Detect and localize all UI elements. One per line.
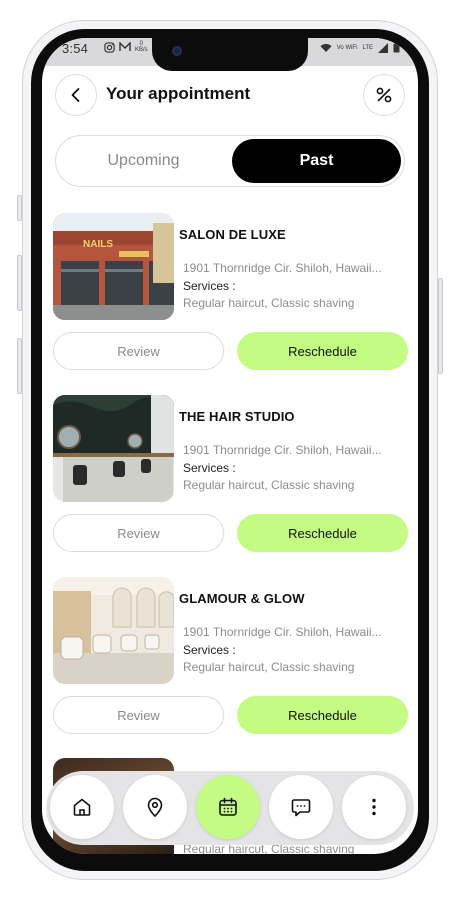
salon-address: 1901 Thornridge Cir. Shiloh, Hawaii... — [183, 261, 382, 275]
review-button[interactable]: Review — [53, 332, 224, 370]
status-icons-left: 0 KB/s — [104, 41, 148, 53]
appointment-card: THE HAIR STUDIO 1901 Thornridge Cir. Shi… — [53, 395, 409, 555]
nav-more[interactable] — [342, 775, 406, 839]
network-speed: 0 KB/s — [135, 41, 148, 53]
wifi-icon — [320, 43, 332, 52]
salon-name: GLAMOUR & GLOW — [179, 591, 305, 606]
mail-icon — [119, 42, 131, 51]
salon-address: 1901 Thornridge Cir. Shiloh, Hawaii... — [183, 443, 382, 457]
appointment-card: NAILS SALON DE LUXE 1901 Thornridge Cir.… — [53, 213, 409, 373]
review-button[interactable]: Review — [53, 514, 224, 552]
bottom-nav — [46, 771, 414, 845]
salon-name: SALON DE LUXE — [179, 227, 286, 242]
status-icons-right: Vo WiFi LTE — [320, 42, 400, 53]
reschedule-button[interactable]: Reschedule — [237, 514, 408, 552]
services-label: Services : — [183, 279, 236, 293]
more-vertical-icon — [372, 798, 376, 816]
salon-name: THE HAIR STUDIO — [179, 409, 295, 424]
instagram-icon — [104, 41, 115, 53]
signal-icon — [378, 42, 388, 53]
appointment-card: GLAMOUR & GLOW 1901 Thornridge Cir. Shil… — [53, 577, 409, 737]
tab-past[interactable]: Past — [232, 139, 401, 183]
back-button[interactable] — [55, 74, 97, 116]
services-list: Regular haircut, Classic shaving — [183, 660, 355, 674]
lte-label: LTE — [362, 44, 373, 51]
phone-screen: 3:54 0KB/s Vo WiFi LTE Your appointment — [42, 38, 418, 854]
reschedule-button[interactable]: Reschedule — [237, 332, 408, 370]
services-label: Services : — [183, 643, 236, 657]
salon-photo — [53, 395, 174, 502]
salon-address: 1901 Thornridge Cir. Shiloh, Hawaii... — [183, 625, 382, 639]
vowifi-label: Vo WiFi — [336, 44, 358, 51]
tab-upcoming[interactable]: Upcoming — [59, 139, 228, 183]
chevron-left-icon — [71, 88, 80, 102]
chat-icon — [291, 799, 311, 817]
nails-sign: NAILS — [83, 239, 113, 250]
power-button — [438, 278, 443, 374]
stage: 3:54 0KB/s Vo WiFi LTE Your appointment — [0, 0, 460, 900]
salon-photo — [53, 577, 174, 684]
nav-calendar[interactable] — [196, 775, 260, 839]
nav-home[interactable] — [50, 775, 114, 839]
notch — [152, 38, 308, 71]
header: Your appointment — [42, 74, 418, 118]
battery-icon — [393, 42, 400, 53]
home-icon — [73, 798, 91, 816]
nav-location[interactable] — [123, 775, 187, 839]
status-time: 3:54 — [62, 41, 89, 56]
front-camera — [172, 46, 182, 56]
reschedule-button[interactable]: Reschedule — [237, 696, 408, 734]
salon-photo: NAILS — [53, 213, 174, 320]
services-label: Services : — [183, 461, 236, 475]
appointment-tabs: Upcoming Past — [55, 135, 405, 187]
discount-icon — [376, 87, 392, 103]
location-pin-icon — [147, 797, 163, 818]
review-button[interactable]: Review — [53, 696, 224, 734]
calendar-icon — [219, 797, 237, 816]
services-list: Regular haircut, Classic shaving — [183, 478, 355, 492]
page-title: Your appointment — [106, 84, 251, 103]
nav-chat[interactable] — [269, 775, 333, 839]
services-list: Regular haircut, Classic shaving — [183, 296, 355, 310]
discount-button[interactable] — [363, 74, 405, 116]
